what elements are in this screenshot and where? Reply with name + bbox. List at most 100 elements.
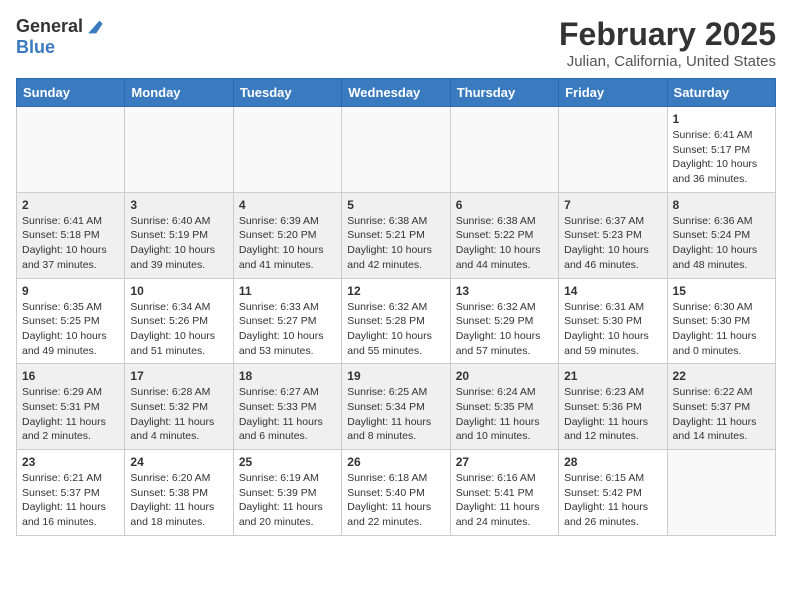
calendar-cell: 22 Sunrise: 6:22 AM Sunset: 5:37 PM Dayli… (667, 364, 775, 450)
day-number: 8 (673, 198, 770, 212)
day-info: Sunrise: 6:38 AM Sunset: 5:21 PM Dayligh… (347, 214, 444, 273)
day-info: Sunrise: 6:41 AM Sunset: 5:17 PM Dayligh… (673, 128, 770, 187)
title-block: February 2025 Julian, California, United… (559, 16, 776, 70)
day-number: 21 (564, 369, 661, 383)
day-number: 23 (22, 455, 119, 469)
day-info: Sunrise: 6:29 AM Sunset: 5:31 PM Dayligh… (22, 385, 119, 444)
subtitle: Julian, California, United States (559, 53, 776, 70)
calendar-cell: 18 Sunrise: 6:27 AM Sunset: 5:33 PM Dayli… (233, 364, 341, 450)
weekday-header-sunday: Sunday (17, 79, 125, 107)
calendar-cell: 1 Sunrise: 6:41 AM Sunset: 5:17 PM Daylig… (667, 107, 775, 193)
calendar-cell (233, 107, 341, 193)
day-info: Sunrise: 6:19 AM Sunset: 5:39 PM Dayligh… (239, 471, 336, 530)
calendar-cell: 2Sunrise: 6:41 AM Sunset: 5:18 PM Daylig… (17, 192, 125, 278)
day-info: Sunrise: 6:40 AM Sunset: 5:19 PM Dayligh… (130, 214, 227, 273)
calendar-cell: 9 Sunrise: 6:35 AM Sunset: 5:25 PM Daylig… (17, 278, 125, 364)
day-number: 14 (564, 284, 661, 298)
calendar-cell: 10 Sunrise: 6:34 AM Sunset: 5:26 PM Dayli… (125, 278, 233, 364)
logo-icon (85, 17, 109, 37)
calendar-cell: 13 Sunrise: 6:32 AM Sunset: 5:29 PM Dayli… (450, 278, 558, 364)
calendar-week-row: 9 Sunrise: 6:35 AM Sunset: 5:25 PM Daylig… (17, 278, 776, 364)
day-number: 1 (673, 112, 770, 126)
day-number: 9 (22, 284, 119, 298)
day-number: 22 (673, 369, 770, 383)
calendar-cell: 24 Sunrise: 6:20 AM Sunset: 5:38 PM Dayli… (125, 450, 233, 536)
calendar-week-row: 23 Sunrise: 6:21 AM Sunset: 5:37 PM Dayli… (17, 450, 776, 536)
calendar-cell: 20 Sunrise: 6:24 AM Sunset: 5:35 PM Dayli… (450, 364, 558, 450)
day-number: 24 (130, 455, 227, 469)
calendar-cell: 4 Sunrise: 6:39 AM Sunset: 5:20 PM Daylig… (233, 192, 341, 278)
day-number: 12 (347, 284, 444, 298)
calendar-cell: 26Sunrise: 6:18 AM Sunset: 5:40 PM Dayli… (342, 450, 450, 536)
weekday-header-wednesday: Wednesday (342, 79, 450, 107)
calendar-cell: 8Sunrise: 6:36 AM Sunset: 5:24 PM Daylig… (667, 192, 775, 278)
day-info: Sunrise: 6:22 AM Sunset: 5:37 PM Dayligh… (673, 385, 770, 444)
day-info: Sunrise: 6:16 AM Sunset: 5:41 PM Dayligh… (456, 471, 553, 530)
calendar-cell: 5 Sunrise: 6:38 AM Sunset: 5:21 PM Daylig… (342, 192, 450, 278)
day-number: 4 (239, 198, 336, 212)
day-number: 5 (347, 198, 444, 212)
day-number: 16 (22, 369, 119, 383)
calendar-cell: 6 Sunrise: 6:38 AM Sunset: 5:22 PM Daylig… (450, 192, 558, 278)
calendar-cell: 19 Sunrise: 6:25 AM Sunset: 5:34 PM Dayli… (342, 364, 450, 450)
calendar-week-row: 16 Sunrise: 6:29 AM Sunset: 5:31 PM Dayli… (17, 364, 776, 450)
day-info: Sunrise: 6:18 AM Sunset: 5:40 PM Dayligh… (347, 471, 444, 530)
day-number: 7 (564, 198, 661, 212)
logo-blue: Blue (16, 37, 109, 58)
day-number: 18 (239, 369, 336, 383)
day-info: Sunrise: 6:28 AM Sunset: 5:32 PM Dayligh… (130, 385, 227, 444)
calendar-cell (667, 450, 775, 536)
calendar-cell: 7Sunrise: 6:37 AM Sunset: 5:23 PM Daylig… (559, 192, 667, 278)
calendar-cell: 17Sunrise: 6:28 AM Sunset: 5:32 PM Dayli… (125, 364, 233, 450)
day-number: 15 (673, 284, 770, 298)
day-info: Sunrise: 6:32 AM Sunset: 5:28 PM Dayligh… (347, 300, 444, 359)
weekday-header-friday: Friday (559, 79, 667, 107)
day-info: Sunrise: 6:30 AM Sunset: 5:30 PM Dayligh… (673, 300, 770, 359)
day-info: Sunrise: 6:39 AM Sunset: 5:20 PM Dayligh… (239, 214, 336, 273)
main-title: February 2025 (559, 16, 776, 53)
day-number: 10 (130, 284, 227, 298)
day-info: Sunrise: 6:32 AM Sunset: 5:29 PM Dayligh… (456, 300, 553, 359)
calendar-cell: 28 Sunrise: 6:15 AM Sunset: 5:42 PM Dayli… (559, 450, 667, 536)
calendar-table: SundayMondayTuesdayWednesdayThursdayFrid… (16, 78, 776, 536)
logo-general: General (16, 16, 83, 37)
day-info: Sunrise: 6:21 AM Sunset: 5:37 PM Dayligh… (22, 471, 119, 530)
calendar-week-row: 1 Sunrise: 6:41 AM Sunset: 5:17 PM Daylig… (17, 107, 776, 193)
calendar-cell: 16 Sunrise: 6:29 AM Sunset: 5:31 PM Dayli… (17, 364, 125, 450)
day-info: Sunrise: 6:34 AM Sunset: 5:26 PM Dayligh… (130, 300, 227, 359)
day-info: Sunrise: 6:35 AM Sunset: 5:25 PM Dayligh… (22, 300, 119, 359)
day-info: Sunrise: 6:31 AM Sunset: 5:30 PM Dayligh… (564, 300, 661, 359)
calendar-cell: 25 Sunrise: 6:19 AM Sunset: 5:39 PM Dayli… (233, 450, 341, 536)
weekday-header-saturday: Saturday (667, 79, 775, 107)
day-number: 3 (130, 198, 227, 212)
day-info: Sunrise: 6:15 AM Sunset: 5:42 PM Dayligh… (564, 471, 661, 530)
calendar-cell: 21Sunrise: 6:23 AM Sunset: 5:36 PM Dayli… (559, 364, 667, 450)
day-number: 19 (347, 369, 444, 383)
weekday-header-monday: Monday (125, 79, 233, 107)
day-number: 6 (456, 198, 553, 212)
weekday-header-tuesday: Tuesday (233, 79, 341, 107)
calendar-cell: 12 Sunrise: 6:32 AM Sunset: 5:28 PM Dayli… (342, 278, 450, 364)
calendar-cell: 11Sunrise: 6:33 AM Sunset: 5:27 PM Dayli… (233, 278, 341, 364)
day-info: Sunrise: 6:25 AM Sunset: 5:34 PM Dayligh… (347, 385, 444, 444)
page-header: General Blue February 2025 Julian, Calif… (16, 16, 776, 70)
day-info: Sunrise: 6:20 AM Sunset: 5:38 PM Dayligh… (130, 471, 227, 530)
calendar-cell (125, 107, 233, 193)
day-info: Sunrise: 6:38 AM Sunset: 5:22 PM Dayligh… (456, 214, 553, 273)
day-info: Sunrise: 6:33 AM Sunset: 5:27 PM Dayligh… (239, 300, 336, 359)
calendar-cell: 27 Sunrise: 6:16 AM Sunset: 5:41 PM Dayli… (450, 450, 558, 536)
day-number: 13 (456, 284, 553, 298)
logo: General Blue (16, 16, 109, 58)
day-number: 28 (564, 455, 661, 469)
day-number: 27 (456, 455, 553, 469)
day-number: 25 (239, 455, 336, 469)
calendar-cell (342, 107, 450, 193)
day-number: 2 (22, 198, 119, 212)
day-number: 20 (456, 369, 553, 383)
day-info: Sunrise: 6:24 AM Sunset: 5:35 PM Dayligh… (456, 385, 553, 444)
calendar-cell: 15 Sunrise: 6:30 AM Sunset: 5:30 PM Dayli… (667, 278, 775, 364)
calendar-week-row: 2Sunrise: 6:41 AM Sunset: 5:18 PM Daylig… (17, 192, 776, 278)
calendar-cell: 3 Sunrise: 6:40 AM Sunset: 5:19 PM Daylig… (125, 192, 233, 278)
day-info: Sunrise: 6:27 AM Sunset: 5:33 PM Dayligh… (239, 385, 336, 444)
calendar-cell: 14 Sunrise: 6:31 AM Sunset: 5:30 PM Dayli… (559, 278, 667, 364)
